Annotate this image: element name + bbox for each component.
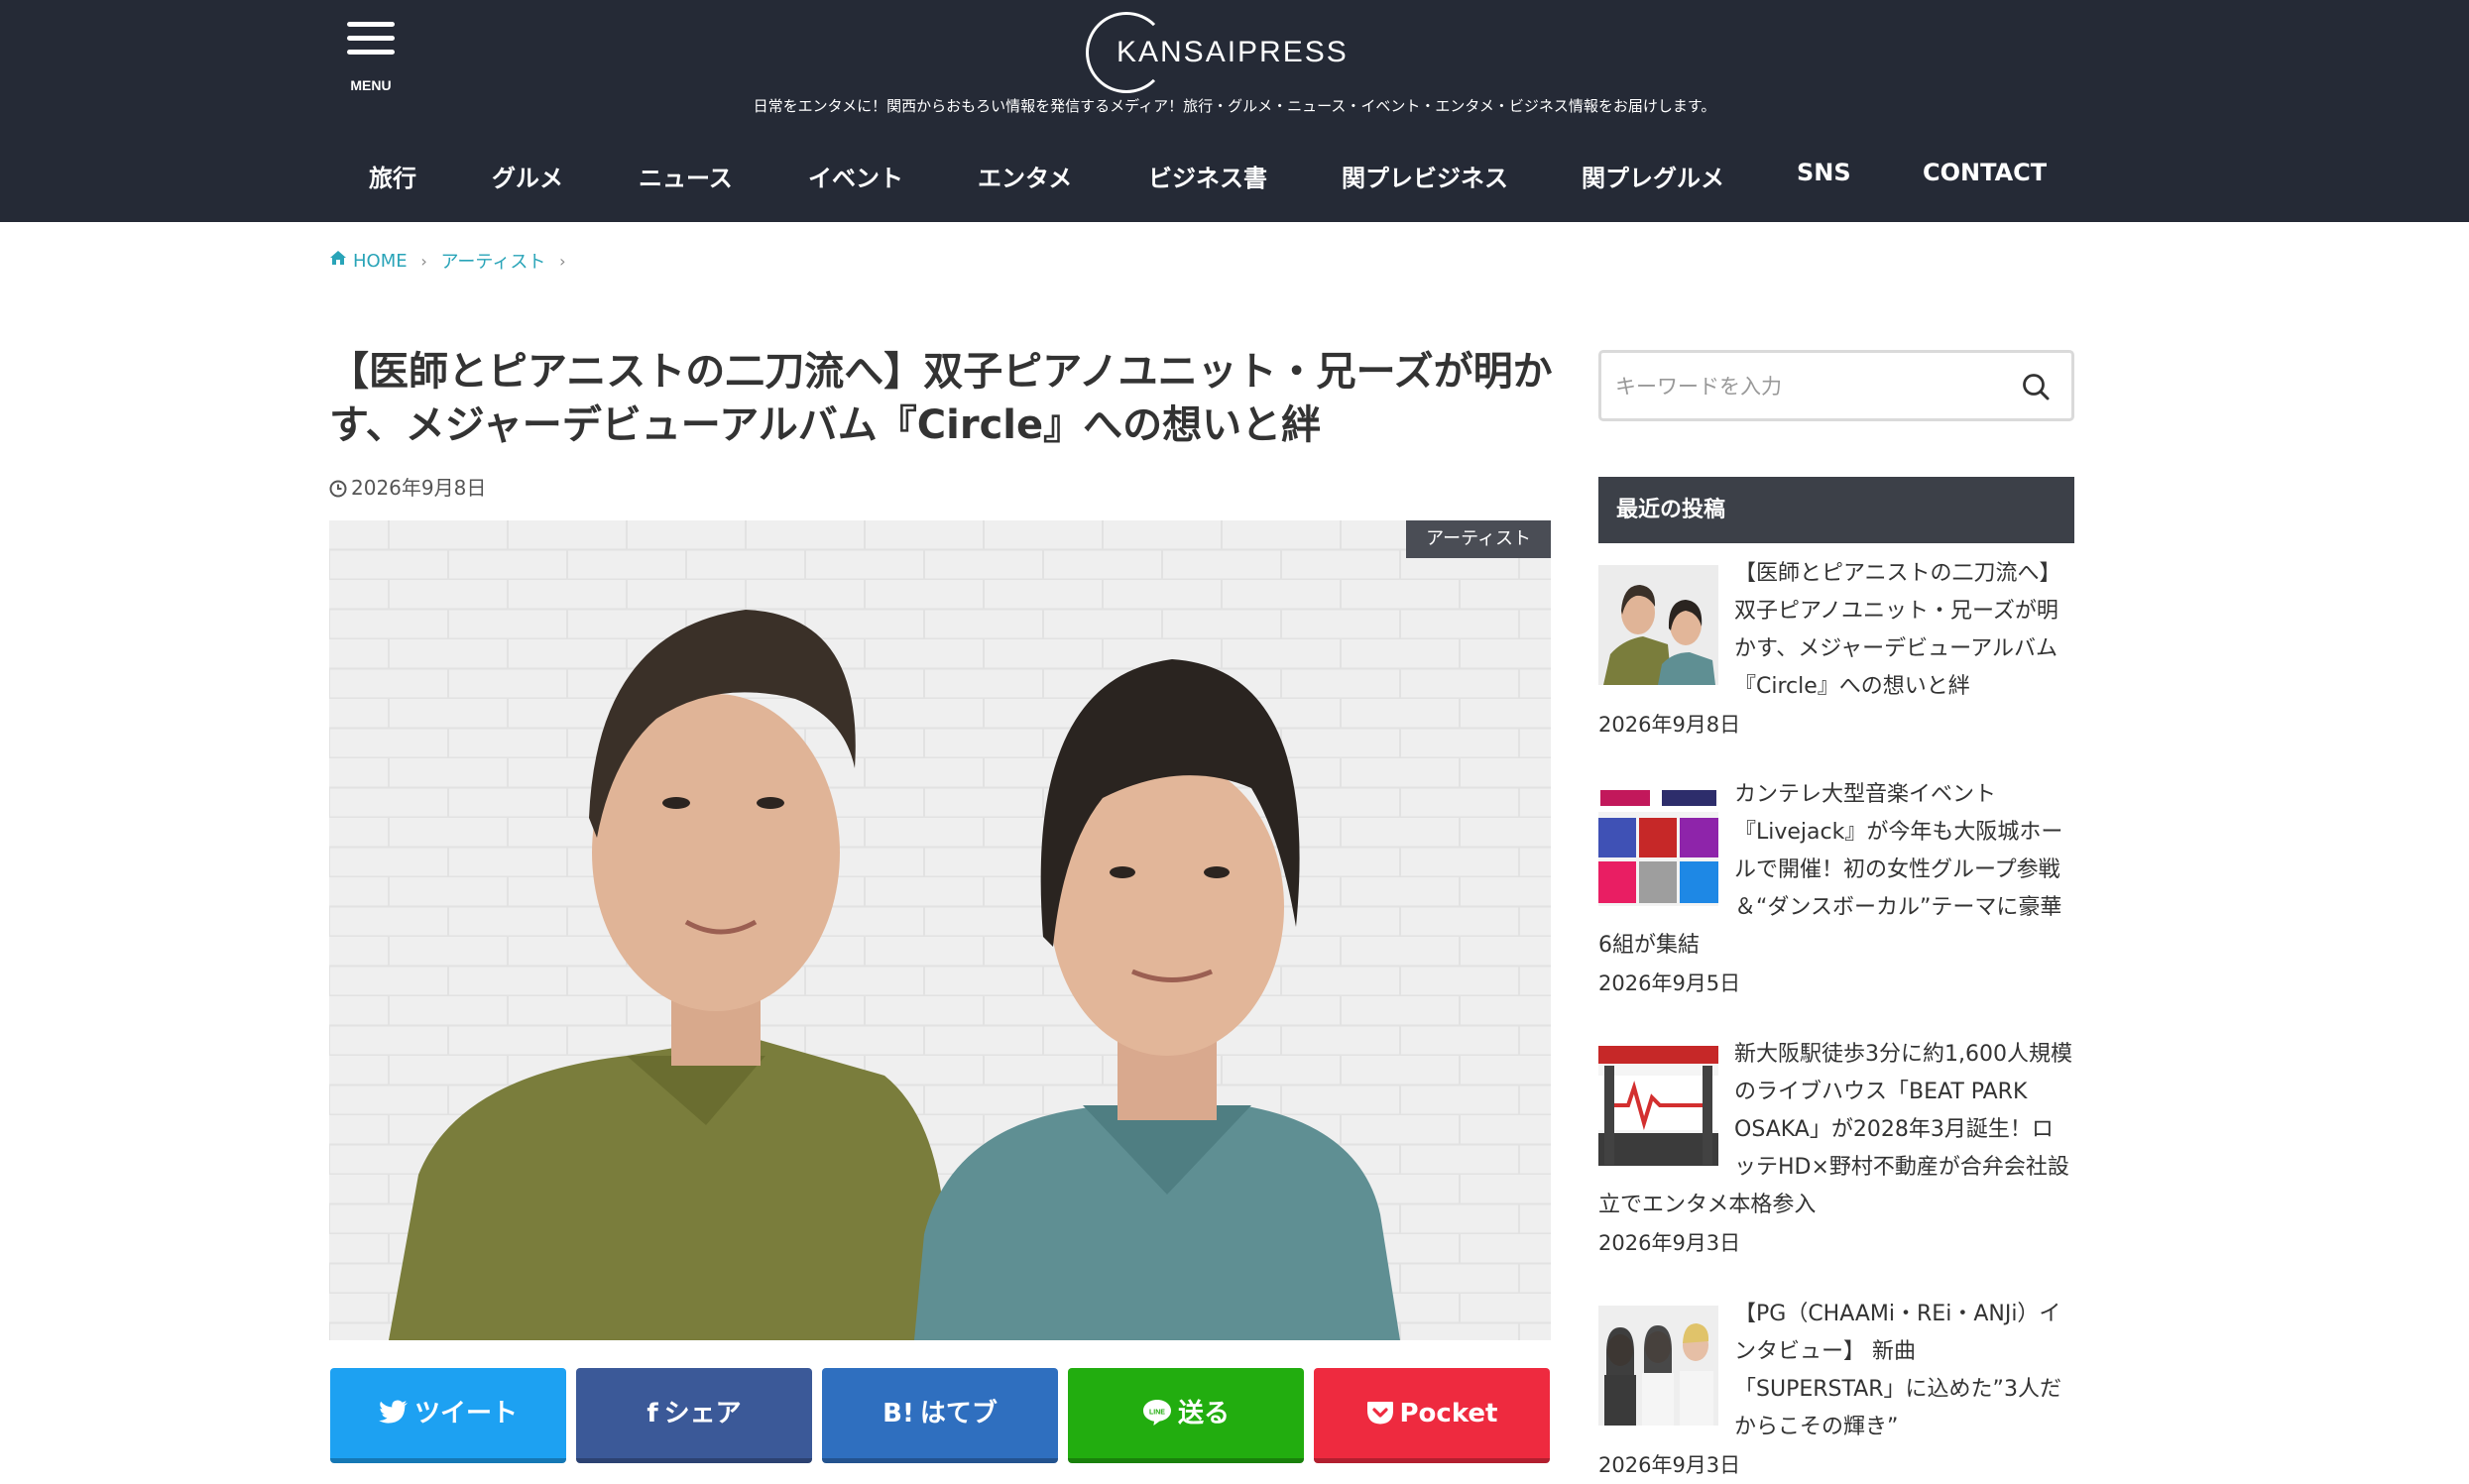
main-nav: 旅行 グルメ ニュース イベント エンタメ ビジネス書 関プレビジネス 関プレグ… bbox=[0, 149, 2469, 208]
article-hero-image: アーティスト bbox=[329, 520, 1551, 1340]
site-tagline: 日常をエンタメに！関西からおもろい情報を発信するメディア！旅行・グルメ・ニュース… bbox=[753, 97, 1716, 115]
tweet-button[interactable]: ツイート bbox=[330, 1368, 566, 1463]
nav-item-event[interactable]: イベント bbox=[808, 159, 903, 193]
thumbnail-image bbox=[1598, 1046, 1718, 1166]
breadcrumb-category[interactable]: アーティスト bbox=[440, 248, 545, 274]
nav-item-entame[interactable]: エンタメ bbox=[978, 159, 1072, 193]
thumbnail-image bbox=[1598, 1306, 1718, 1426]
menu-label: MENU bbox=[350, 77, 392, 93]
article-title: 【医師とピアニストの二刀流へ】双子ピアノユニット・兄ーズが明かす、メジャーデビュ… bbox=[329, 349, 1553, 448]
post-thumbnail bbox=[1598, 1046, 1718, 1166]
hamburger-icon bbox=[347, 22, 395, 27]
post-date: 2026年9月3日 bbox=[1598, 1231, 1741, 1255]
search-input[interactable] bbox=[1615, 371, 2012, 402]
recent-post[interactable]: 新大阪駅徒歩3分に約1,600人規模のライブハウス「BEAT PARK OSAK… bbox=[1598, 1036, 2074, 1262]
nav-item-gourmet[interactable]: グルメ bbox=[492, 159, 563, 193]
breadcrumb-home[interactable]: HOME bbox=[329, 250, 408, 272]
nav-item-sns[interactable]: SNS bbox=[1797, 159, 1851, 186]
recent-post[interactable]: カンテレ大型音楽イベント『Livejack』が今年も大阪城ホールで開催！初の女性… bbox=[1598, 776, 2074, 1002]
nav-item-travel[interactable]: 旅行 bbox=[369, 159, 416, 193]
thumbnail-image bbox=[1598, 786, 1718, 906]
article-date: 2026年9月8日 bbox=[329, 472, 486, 501]
recent-posts-heading: 最近の投稿 bbox=[1598, 477, 2074, 543]
hero-photo bbox=[329, 520, 1551, 1340]
hatena-b-icon: B! bbox=[882, 1399, 914, 1428]
svg-text:LINE: LINE bbox=[1149, 1410, 1165, 1417]
pocket-label: Pocket bbox=[1399, 1399, 1498, 1428]
article-date-text: 2026年9月8日 bbox=[351, 476, 487, 500]
hatena-bookmark-button[interactable]: B! はてブ bbox=[822, 1368, 1058, 1463]
twitter-bird-icon bbox=[378, 1400, 408, 1424]
tweet-label: ツイート bbox=[413, 1399, 518, 1428]
post-thumbnail bbox=[1598, 786, 1718, 906]
home-icon bbox=[330, 251, 346, 266]
facebook-f-icon: f bbox=[647, 1399, 658, 1428]
nav-item-kanpre-business[interactable]: 関プレビジネス bbox=[1342, 159, 1508, 193]
share-buttons: ツイート f シェア B! はてブ LINE 送る Pocket bbox=[330, 1368, 1550, 1463]
hatena-label: はてブ bbox=[919, 1399, 998, 1428]
nav-item-business-books[interactable]: ビジネス書 bbox=[1148, 159, 1267, 193]
nav-item-news[interactable]: ニュース bbox=[639, 159, 733, 193]
search-icon[interactable] bbox=[2020, 371, 2052, 402]
breadcrumb: HOME › アーティスト › bbox=[329, 248, 573, 274]
chevron-right-icon: › bbox=[420, 251, 427, 271]
line-label: 送る bbox=[1177, 1399, 1230, 1428]
post-thumbnail bbox=[1598, 1306, 1718, 1426]
logo-text: KANSAIPRESS bbox=[1117, 36, 1349, 68]
post-date: 2026年9月5日 bbox=[1598, 971, 1741, 995]
post-date: 2026年9月8日 bbox=[1598, 713, 1741, 737]
post-date: 2026年9月3日 bbox=[1598, 1453, 1741, 1477]
post-thumbnail bbox=[1598, 565, 1718, 685]
recent-post[interactable]: 【医師とピアニストの二刀流へ】双子ピアノユニット・兄ーズが明かす、メジャーデビュ… bbox=[1598, 555, 2074, 743]
nav-item-kanpre-gourmet[interactable]: 関プレグルメ bbox=[1582, 159, 1724, 193]
recent-post[interactable]: 【PG（CHAAMi・REi・ANJi）インタビュー】 新曲「SUPERSTAR… bbox=[1598, 1296, 2074, 1484]
site-header: MENU KANSAIPRESS 日常をエンタメに！関西からおもろい情報を発信す… bbox=[0, 0, 2469, 222]
chevron-right-icon: › bbox=[559, 251, 566, 271]
line-send-button[interactable]: LINE 送る bbox=[1068, 1368, 1304, 1463]
hamburger-icon-bar bbox=[347, 50, 395, 55]
search-box bbox=[1598, 350, 2074, 421]
breadcrumb-home-label: HOME bbox=[353, 250, 408, 272]
nav-item-contact[interactable]: CONTACT bbox=[1923, 159, 2047, 186]
pocket-button[interactable]: Pocket bbox=[1314, 1368, 1550, 1463]
thumbnail-image bbox=[1598, 565, 1718, 685]
pocket-icon bbox=[1366, 1402, 1393, 1425]
site-logo[interactable]: KANSAIPRESS bbox=[1086, 12, 1347, 93]
menu-button[interactable]: MENU bbox=[343, 18, 399, 93]
facebook-share-button[interactable]: f シェア bbox=[576, 1368, 812, 1463]
category-tag[interactable]: アーティスト bbox=[1406, 520, 1551, 558]
line-icon: LINE bbox=[1142, 1400, 1171, 1426]
clock-icon bbox=[329, 480, 347, 498]
facebook-share-label: シェア bbox=[663, 1399, 742, 1428]
hamburger-icon-bar bbox=[347, 36, 395, 41]
